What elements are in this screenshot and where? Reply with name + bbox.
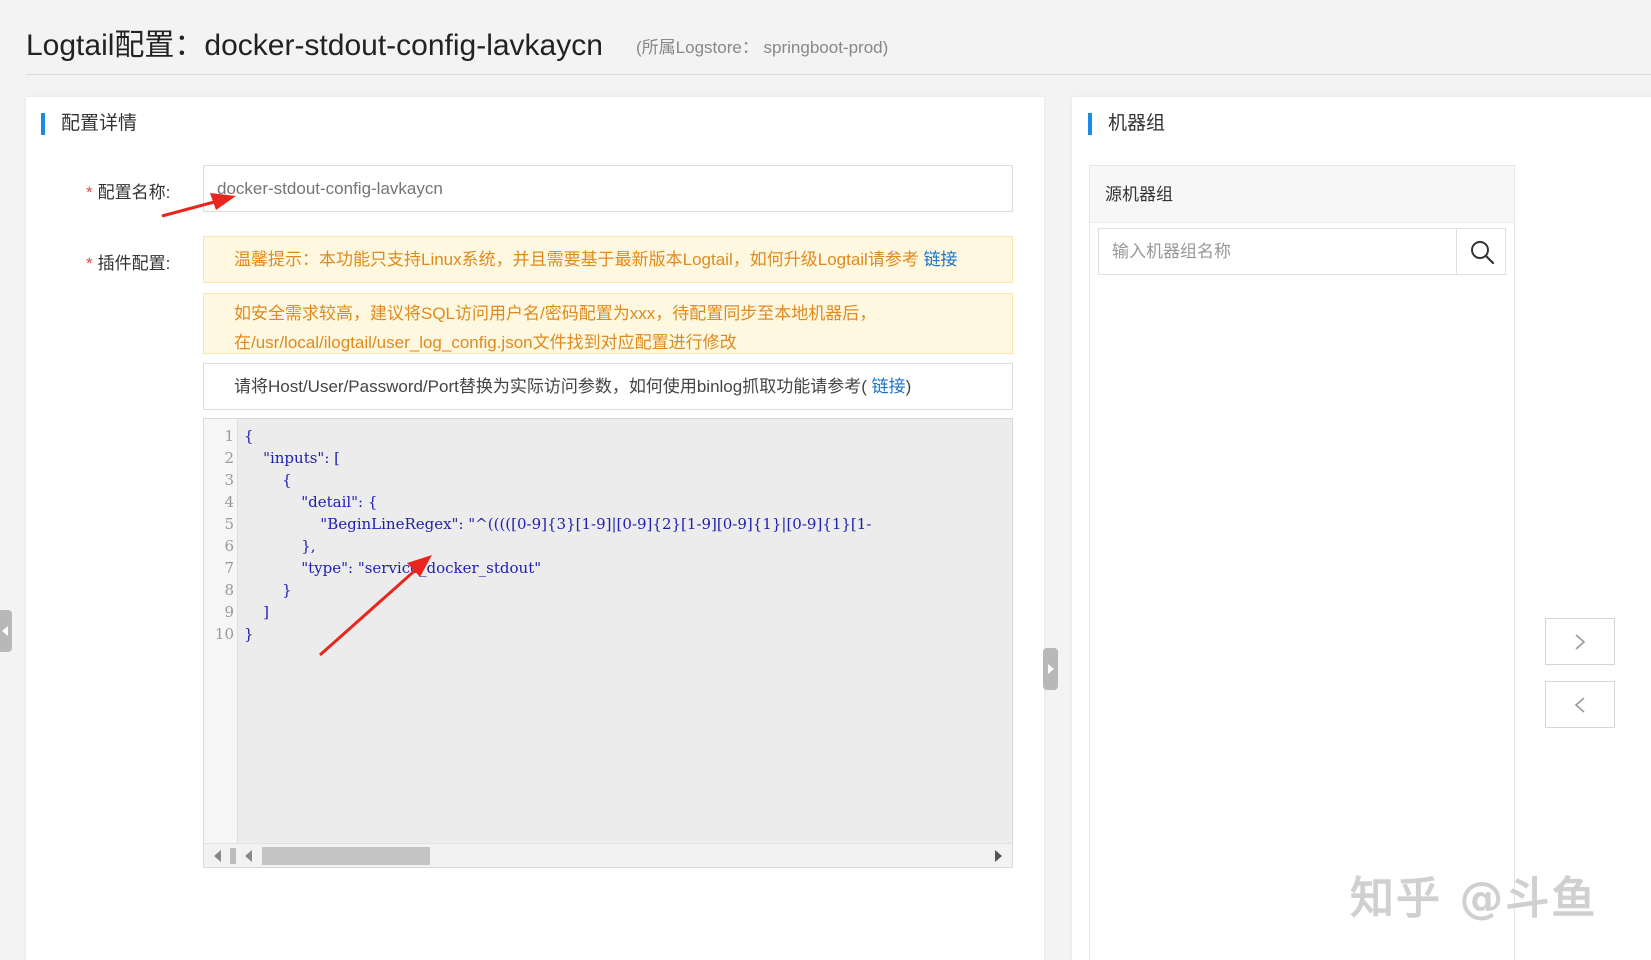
line-number: 6 bbox=[224, 537, 234, 555]
config-detail-title: 配置详情 bbox=[41, 113, 137, 135]
machine-group-search bbox=[1098, 228, 1506, 275]
source-group-title: 源机器组 bbox=[1090, 166, 1514, 223]
horizontal-scrollbar[interactable] bbox=[204, 843, 1012, 867]
left-collapse-toggle[interactable] bbox=[0, 610, 12, 652]
code-line: "type": "service_docker_stdout" bbox=[244, 559, 542, 577]
line-number: 1 bbox=[224, 427, 234, 445]
code-line: "detail": { bbox=[244, 493, 378, 511]
binlog-info-text: 请将Host/User/Password/Port替换为实际访问参数，如何使用b… bbox=[234, 377, 872, 396]
code-line: } bbox=[244, 625, 254, 643]
linux-only-tip: 温馨提示：本功能只支持Linux系统，并且需要基于最新版本Logtail，如何升… bbox=[203, 236, 1013, 283]
scroll-right-icon[interactable] bbox=[995, 850, 1002, 862]
plugin-config-label: * 插件配置: bbox=[86, 249, 170, 274]
logstore-subtitle: (所属Logstore： springboot-prod) bbox=[636, 38, 889, 57]
line-number: 9 bbox=[224, 603, 234, 621]
move-to-source-button[interactable] bbox=[1545, 681, 1615, 728]
machine-group-panel: 机器组 源机器组 bbox=[1072, 97, 1651, 960]
linux-only-tip-text: 温馨提示：本功能只支持Linux系统，并且需要基于最新版本Logtail，如何升… bbox=[234, 250, 924, 269]
binlog-info-tip: 请将Host/User/Password/Port替换为实际访问参数，如何使用b… bbox=[203, 363, 1013, 410]
config-name-label: * 配置名称: bbox=[86, 178, 170, 203]
search-icon bbox=[1471, 241, 1495, 265]
line-number: 8 bbox=[224, 581, 234, 599]
scrollbar-thumb[interactable] bbox=[262, 847, 430, 865]
config-name-input[interactable] bbox=[203, 165, 1013, 212]
code-line: "inputs": [ bbox=[244, 449, 340, 467]
line-number: 5 bbox=[224, 515, 234, 533]
scroll-separator bbox=[230, 848, 236, 864]
plugin-config-editor[interactable]: 1 2 3 4 5 6 7 8 9 10 { "inputs": [ { "de… bbox=[203, 418, 1013, 868]
line-number-gutter: 1 2 3 4 5 6 7 8 9 10 bbox=[204, 419, 238, 867]
line-number: 3 bbox=[224, 471, 234, 489]
machine-group-title: 机器组 bbox=[1088, 113, 1165, 135]
plugin-config-label-text: 插件配置: bbox=[97, 254, 171, 273]
code-line: { bbox=[244, 427, 254, 445]
source-machine-group: 源机器组 bbox=[1089, 165, 1515, 960]
header-divider bbox=[26, 74, 1651, 75]
security-tip: 如安全需求较高，建议将SQL访问用户名/密码配置为xxx，待配置同步至本地机器后… bbox=[203, 293, 1013, 354]
panel-expand-toggle[interactable] bbox=[1043, 648, 1058, 690]
code-line: "BeginLineRegex": "^(((([0-9]{3}[1-9]|[0… bbox=[244, 515, 872, 533]
search-button[interactable] bbox=[1456, 229, 1505, 274]
required-mark: * bbox=[86, 183, 93, 202]
scroll-left-icon[interactable] bbox=[245, 850, 252, 862]
security-tip-line2: 在/usr/local/ilogtail/user_log_config.jso… bbox=[234, 333, 737, 352]
watermark: 知乎 @斗鱼 bbox=[1350, 873, 1598, 924]
chevron-left-icon bbox=[1574, 697, 1585, 713]
code-line: ] bbox=[244, 603, 269, 621]
line-number: 7 bbox=[224, 559, 234, 577]
page-header: Logtail配置：docker-stdout-config-lavkaycn … bbox=[0, 0, 1651, 75]
scroll-left-icon[interactable] bbox=[214, 850, 221, 862]
binlog-help-link[interactable]: 链接 bbox=[872, 377, 906, 396]
security-tip-line1: 如安全需求较高，建议将SQL访问用户名/密码配置为xxx，待配置同步至本地机器后… bbox=[234, 304, 877, 323]
code-line: } bbox=[244, 581, 292, 599]
machine-group-search-input[interactable] bbox=[1099, 229, 1457, 274]
binlog-info-suffix: ) bbox=[905, 377, 912, 396]
move-to-applied-button[interactable] bbox=[1545, 618, 1615, 665]
line-number: 4 bbox=[224, 493, 234, 511]
config-detail-panel: 配置详情 *配置名称: *插件配置: 温馨提示：本功能只支持Linux系统，并且… bbox=[26, 97, 1044, 960]
line-number: 10 bbox=[214, 625, 234, 643]
code-line: }, bbox=[244, 537, 316, 555]
page-title: Logtail配置：docker-stdout-config-lavkaycn bbox=[26, 29, 603, 62]
code-line: { bbox=[244, 471, 292, 489]
required-mark: * bbox=[86, 254, 93, 273]
upgrade-logtail-link[interactable]: 链接 bbox=[924, 250, 958, 269]
config-name-label-text: 配置名称: bbox=[97, 183, 171, 202]
chevron-right-icon bbox=[1575, 634, 1586, 650]
line-number: 2 bbox=[224, 449, 234, 467]
